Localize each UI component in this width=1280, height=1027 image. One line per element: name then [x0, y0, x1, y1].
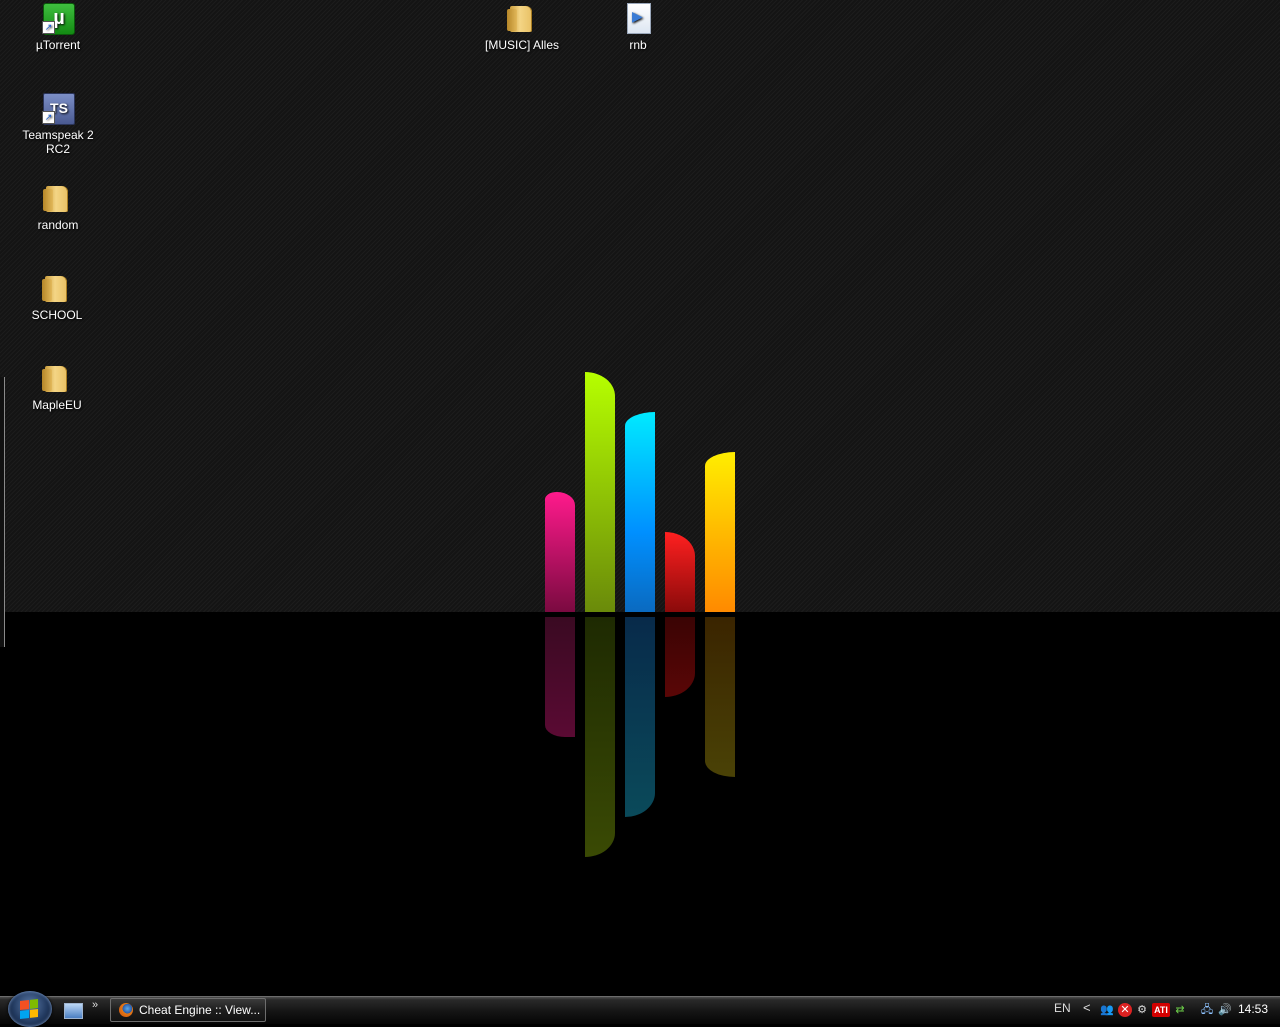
desktop-icon-teamspeak[interactable]: TS ↗ Teamspeak 2 RC2: [10, 92, 106, 156]
desktop-icon-label: Teamspeak 2 RC2: [22, 128, 94, 156]
wallpaper-bar-pink: [545, 492, 575, 612]
taskbar: » Cheat Engine :: View... EN < 👥 ✕ ⚙ ATI…: [0, 991, 1280, 1027]
wallpaper-reflection-red: [665, 617, 695, 697]
desktop-icon-label: [MUSIC] Alles: [484, 38, 559, 52]
language-indicator[interactable]: EN: [1054, 1001, 1071, 1015]
wallpaper-bar-red: [665, 532, 695, 612]
desktop-icon-music-alles[interactable]: [MUSIC] Alles: [474, 2, 570, 52]
folder-icon: [41, 362, 73, 394]
wallpaper-reflection-pink: [545, 617, 575, 737]
volume-icon[interactable]: 🔊: [1218, 1003, 1232, 1017]
show-desktop-icon[interactable]: [64, 1003, 83, 1019]
media-playlist-icon: [622, 2, 654, 34]
teamspeak-icon: TS ↗: [42, 92, 75, 125]
desktop-icon-label: rnb: [629, 38, 647, 52]
desktop-icon-utorrent[interactable]: µ ↗ µTorrent: [10, 2, 106, 52]
network-users-icon[interactable]: 👥: [1100, 1003, 1114, 1017]
desktop-icon-label: SCHOOL: [31, 308, 83, 322]
desktop-icon-school[interactable]: SCHOOL: [9, 272, 105, 322]
firefox-icon: [119, 1003, 133, 1017]
network-connection-icon[interactable]: 🖧: [1200, 1003, 1214, 1017]
wallpaper-reflection-lime: [585, 617, 615, 857]
desktop-icon-mapleeu[interactable]: MapleEU: [9, 362, 105, 412]
wallpaper-reflection-yellow: [705, 617, 735, 777]
tray-expand-chevron-icon[interactable]: <: [1083, 1000, 1091, 1015]
desktop-icon-label: µTorrent: [35, 38, 81, 52]
security-alert-icon[interactable]: ✕: [1118, 1003, 1132, 1017]
windows-logo-icon: [20, 999, 38, 1019]
wallpaper-reflection-cyan: [625, 617, 655, 817]
folder-icon: [506, 2, 538, 34]
wallpaper-bar-lime: [585, 372, 615, 612]
folder-icon: [42, 182, 74, 214]
folder-icon: [41, 272, 73, 304]
utorrent-icon: µ ↗: [42, 2, 75, 35]
desktop-icon-label: random: [37, 218, 79, 232]
desktop: µ ↗ µTorrent TS ↗ Teamspeak 2 RC2 random…: [0, 0, 1280, 996]
shortcut-arrow-icon: ↗: [42, 21, 55, 34]
taskbar-button-cheat-engine[interactable]: Cheat Engine :: View...: [110, 998, 266, 1022]
taskbar-button-label: Cheat Engine :: View...: [139, 1003, 261, 1017]
desktop-icon-random[interactable]: random: [10, 182, 106, 232]
steam-icon[interactable]: ⚙: [1135, 1003, 1149, 1017]
desktop-icon-rnb[interactable]: rnb: [590, 2, 686, 52]
wallpaper-bar-cyan: [625, 412, 655, 612]
ati-catalyst-icon[interactable]: ATI: [1152, 1003, 1170, 1017]
quick-launch-more-chevron[interactable]: »: [92, 999, 98, 1011]
shortcut-arrow-icon: ↗: [42, 111, 55, 124]
sidebar-edge: [0, 377, 5, 647]
clock[interactable]: 14:53: [1238, 1002, 1268, 1016]
wallpaper-bar-yellow: [705, 452, 735, 612]
desktop-icon-label: MapleEU: [32, 398, 82, 412]
sync-arrows-icon[interactable]: ⇄: [1173, 1003, 1187, 1017]
start-button[interactable]: [8, 991, 52, 1027]
